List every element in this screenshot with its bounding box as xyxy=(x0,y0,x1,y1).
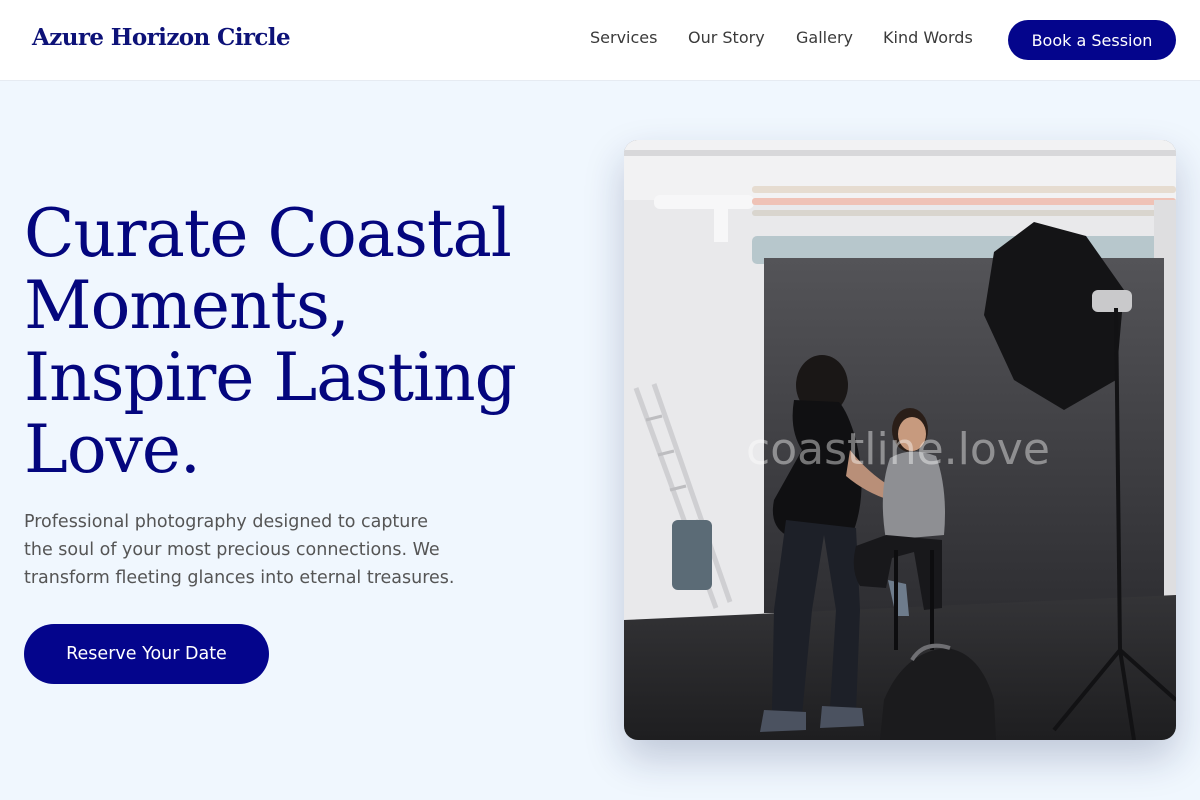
nav-link-kind-words[interactable]: Kind Words xyxy=(883,28,973,47)
hero-title-line: Inspire Lasting xyxy=(24,339,517,416)
studio-photo-illustration xyxy=(624,140,1176,740)
hero-title-line: Moments, xyxy=(24,267,350,344)
nav-link-our-story[interactable]: Our Story xyxy=(688,28,765,47)
hero-title: Curate Coastal Moments, Inspire Lasting … xyxy=(24,198,584,486)
reserve-date-button[interactable]: Reserve Your Date xyxy=(24,624,269,684)
hero-description-line: the soul of your most precious connectio… xyxy=(24,540,440,560)
book-session-button[interactable]: Book a Session xyxy=(1008,20,1176,60)
site-header: Azure Horizon Circle Services Our Story … xyxy=(0,0,1200,81)
studio-photo: coastline.love xyxy=(624,140,1176,740)
hero-description-line: Professional photography designed to cap… xyxy=(24,512,428,532)
hero-title-line: Curate Coastal xyxy=(24,195,512,272)
nav-link-services[interactable]: Services xyxy=(590,28,657,47)
hero-description: Professional photography designed to cap… xyxy=(24,508,484,592)
nav-link-gallery[interactable]: Gallery xyxy=(796,28,853,47)
hero-title-line: Love. xyxy=(24,411,201,488)
hero-description-line: transform fleeting glances into eternal … xyxy=(24,568,455,588)
